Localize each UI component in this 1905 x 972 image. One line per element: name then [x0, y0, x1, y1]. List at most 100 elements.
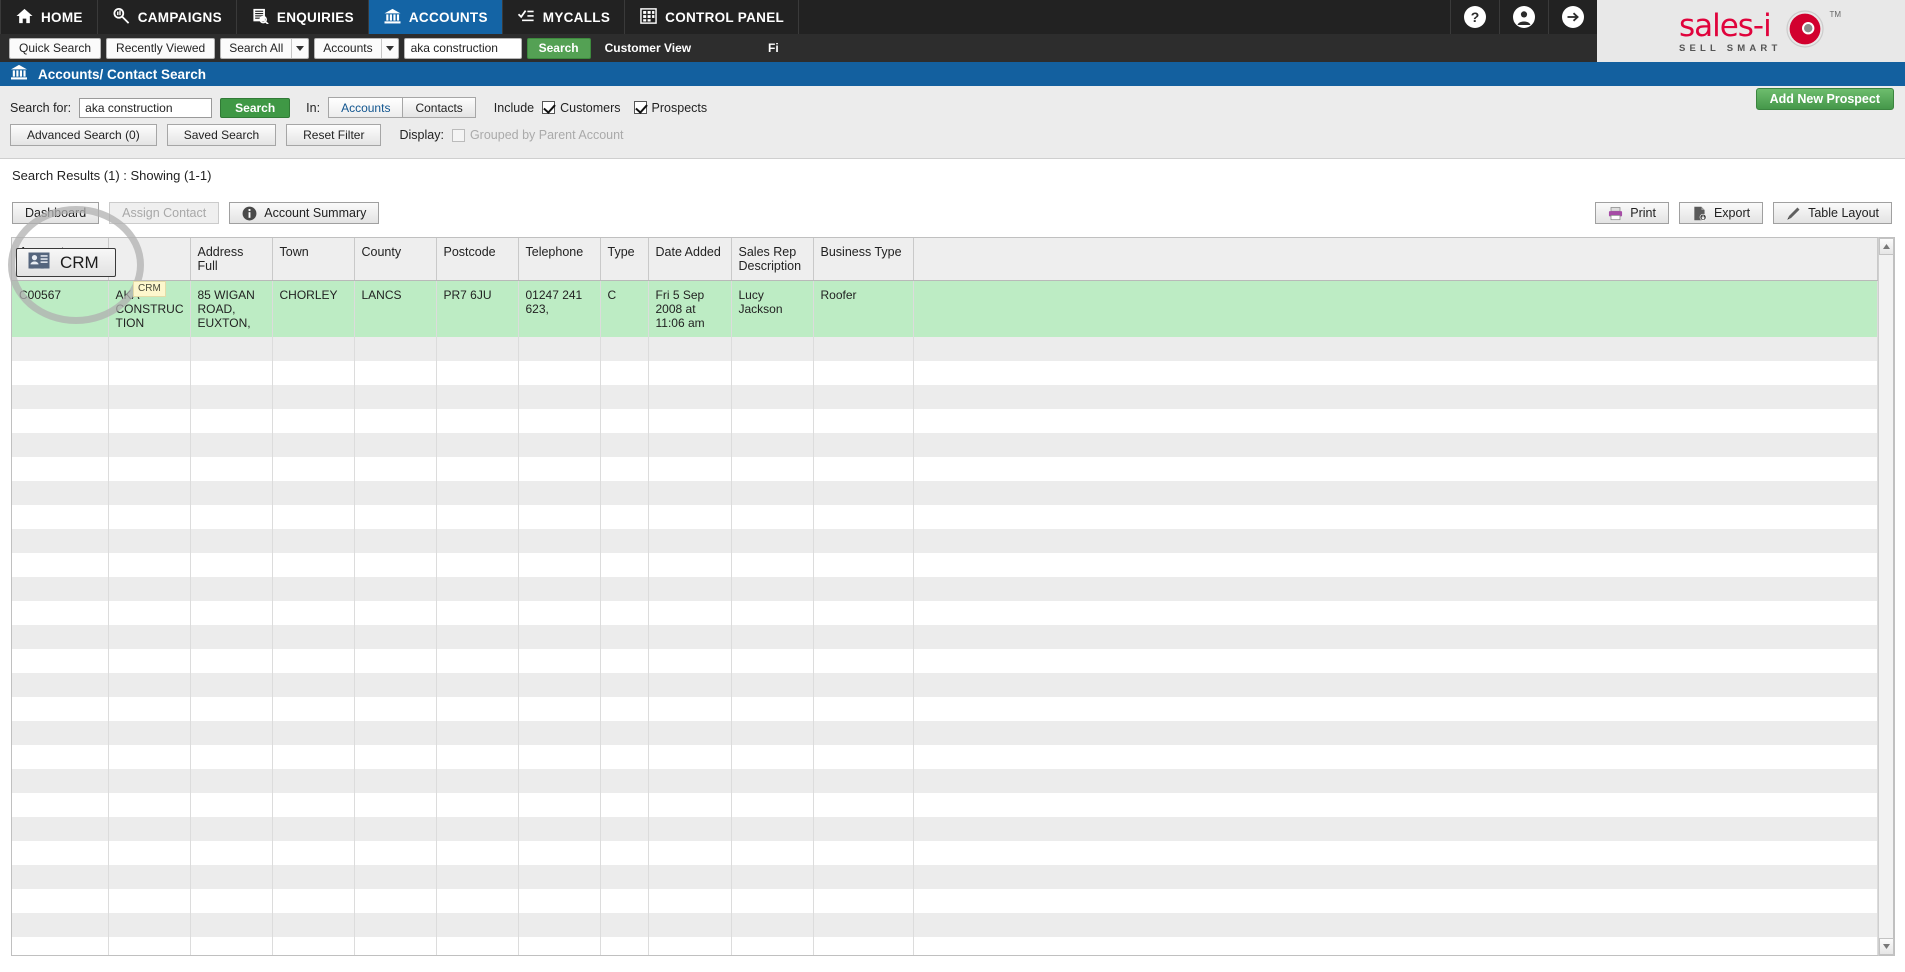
search-type-select[interactable]: Accounts [314, 37, 399, 59]
empty-cell [731, 601, 814, 625]
empty-cell [600, 577, 649, 601]
column-header-date-added[interactable]: Date Added [648, 238, 732, 281]
search-type-label: Accounts [323, 41, 373, 55]
table-empty-row [12, 385, 1878, 409]
nav-item-home[interactable]: HOME [0, 0, 98, 34]
column-header-blank[interactable] [108, 238, 191, 281]
empty-cell [436, 409, 519, 433]
empty-cell [813, 841, 914, 865]
nav-item-control-panel[interactable]: CONTROL PANEL [625, 0, 800, 34]
grouped-by-parent-checkbox[interactable]: Grouped by Parent Account [451, 128, 624, 142]
empty-cell [190, 745, 273, 769]
column-header-business-type[interactable]: Business Type [813, 238, 914, 281]
scroll-up-icon[interactable] [1879, 238, 1894, 255]
home-icon [15, 8, 34, 27]
empty-cell [190, 409, 273, 433]
table-empty-row [12, 937, 1878, 955]
empty-cell [913, 433, 1878, 457]
empty-cell [436, 553, 519, 577]
empty-cell [190, 529, 273, 553]
column-header-sales-rep[interactable]: Sales Rep Description [731, 238, 814, 281]
empty-cell [12, 529, 109, 553]
crm-button[interactable]: CRM [16, 248, 116, 277]
empty-cell [600, 649, 649, 673]
empty-cell [12, 817, 109, 841]
empty-cell [190, 337, 273, 361]
table-layout-label: Table Layout [1808, 206, 1879, 220]
include-customers-label: Customers [560, 100, 621, 115]
empty-cell [12, 337, 109, 361]
cell-county: LANCS [354, 280, 437, 337]
table-vertical-scrollbar[interactable] [1878, 237, 1894, 956]
empty-cell [913, 841, 1878, 865]
table-row[interactable]: C00567 AKA CONSTRUCTION 85 WIGAN ROAD, E… [12, 280, 1878, 337]
empty-cell [354, 577, 437, 601]
table-empty-row [12, 529, 1878, 553]
empty-cell [913, 601, 1878, 625]
reset-filter-button[interactable]: Reset Filter [286, 124, 382, 146]
tab-contacts[interactable]: Contacts [402, 97, 476, 118]
results-right-buttons: Print Export Table Layout [1595, 202, 1892, 224]
empty-cell [813, 553, 914, 577]
empty-cell [600, 433, 649, 457]
saved-search-button[interactable]: Saved Search [166, 124, 277, 146]
empty-cell [518, 793, 601, 817]
printer-icon [1608, 206, 1623, 221]
empty-cell [648, 385, 732, 409]
empty-cell [108, 865, 191, 889]
quick-search-submit[interactable]: Search [526, 37, 591, 59]
empty-cell [190, 601, 273, 625]
empty-cell [272, 649, 355, 673]
empty-cell [600, 889, 649, 913]
empty-cell [731, 577, 814, 601]
include-customers-checkbox[interactable]: Customers [542, 100, 621, 115]
search-scope-select[interactable]: Search All [220, 37, 310, 59]
nav-item-accounts[interactable]: ACCOUNTS [368, 0, 503, 34]
empty-cell [190, 793, 273, 817]
export-button[interactable]: Export [1678, 202, 1764, 224]
empty-cell [648, 625, 732, 649]
column-header-county[interactable]: County [354, 238, 437, 281]
assign-contact-button[interactable]: Assign Contact [109, 202, 220, 224]
account-summary-label: Account Summary [264, 206, 367, 220]
empty-cell [272, 409, 355, 433]
table-empty-row [12, 625, 1878, 649]
quick-search-button[interactable]: Quick Search [9, 37, 102, 59]
cell-telephone: 01247 241 623, [518, 280, 601, 337]
column-header-type[interactable]: Type [600, 238, 649, 281]
column-header-town[interactable]: Town [272, 238, 355, 281]
quick-search-input[interactable] [403, 37, 522, 59]
empty-cell [813, 937, 914, 955]
empty-cell [813, 457, 914, 481]
empty-cell [354, 433, 437, 457]
empty-cell [108, 433, 191, 457]
account-summary-button[interactable]: Account Summary [229, 202, 380, 224]
tab-accounts[interactable]: Accounts [328, 97, 403, 118]
column-header-postcode[interactable]: Postcode [436, 238, 519, 281]
add-new-prospect-button[interactable]: Add New Prospect [1755, 88, 1894, 110]
print-button[interactable]: Print [1595, 202, 1669, 224]
include-prospects-checkbox[interactable]: Prospects [633, 101, 707, 115]
nav-item-mycalls[interactable]: MYCALLS [503, 0, 626, 34]
empty-cell [600, 793, 649, 817]
empty-cell [108, 673, 191, 697]
search-submit-button[interactable]: Search [220, 97, 291, 118]
help-button[interactable]: ? [1450, 0, 1499, 34]
recently-viewed-button[interactable]: Recently Viewed [106, 37, 216, 59]
column-header-telephone[interactable]: Telephone [518, 238, 601, 281]
customer-view-label[interactable]: Customer View [605, 41, 691, 55]
advanced-search-button[interactable]: Advanced Search (0) [10, 124, 157, 146]
table-layout-button[interactable]: Table Layout [1773, 202, 1892, 224]
scroll-down-icon[interactable] [1879, 938, 1894, 955]
column-header-address-full[interactable]: Address Full [190, 238, 273, 281]
logout-button[interactable] [1548, 0, 1597, 34]
empty-cell [518, 937, 601, 955]
search-for-input[interactable] [79, 97, 213, 118]
nav-item-campaigns[interactable]: CAMPAIGNS [98, 0, 237, 34]
dashboard-button[interactable]: Dashboard [12, 202, 100, 224]
empty-cell [354, 697, 437, 721]
empty-cell [648, 937, 732, 955]
nav-item-enquiries[interactable]: ENQUIRIES [237, 0, 369, 34]
empty-cell [272, 937, 355, 955]
user-account-button[interactable] [1499, 0, 1548, 34]
